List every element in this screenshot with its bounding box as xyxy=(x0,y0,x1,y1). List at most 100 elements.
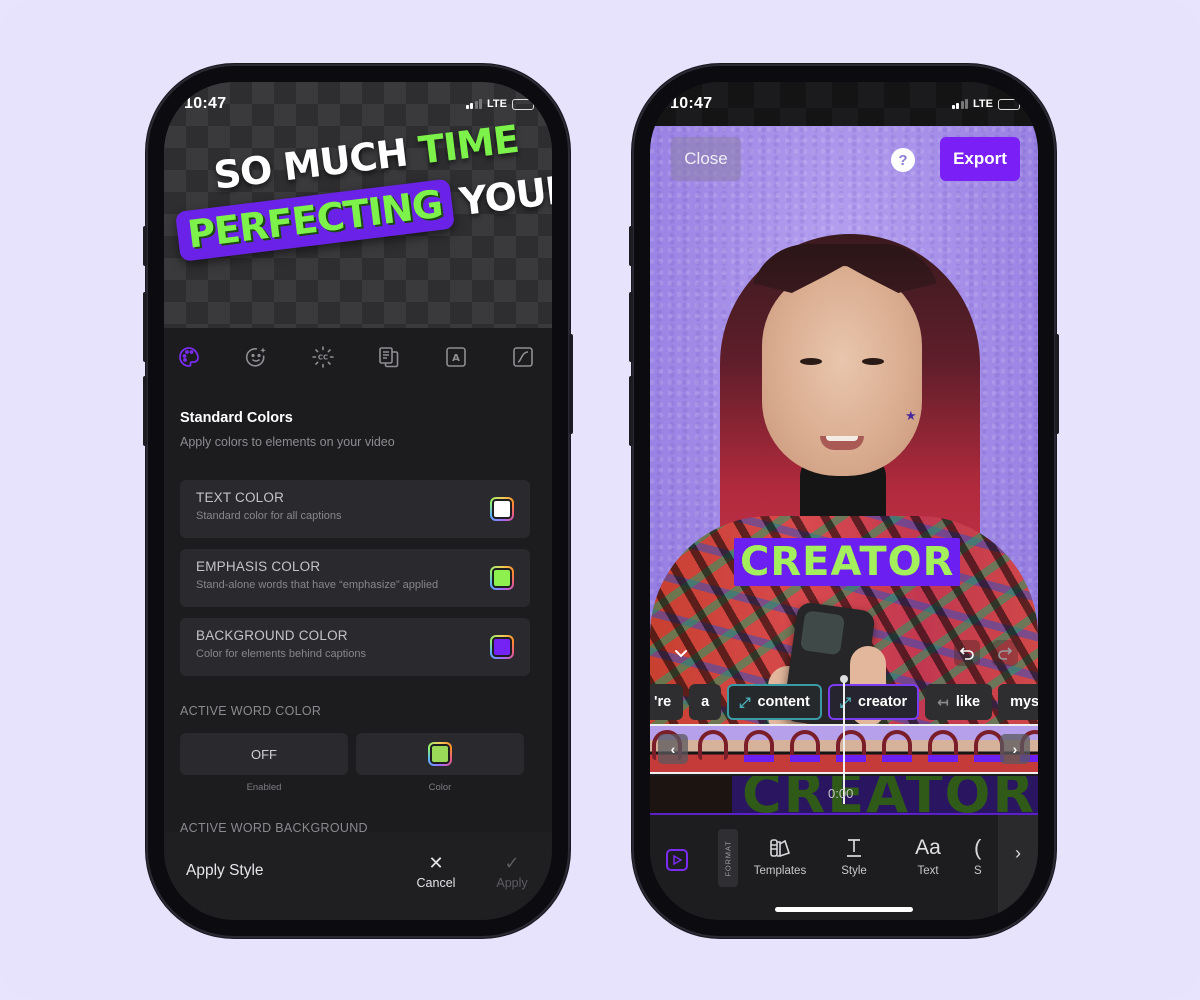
expand-arrows-icon: ⤢ xyxy=(839,693,851,710)
battery-icon xyxy=(998,98,1022,110)
checkmark-icon: ✓ xyxy=(504,853,520,873)
toolbar-scroll-right-button[interactable]: › xyxy=(998,815,1038,920)
preview-play-button[interactable] xyxy=(666,849,688,871)
volume-up-button xyxy=(143,292,147,362)
apply-style-bar: Apply Style ✕ Cancel ✓ Apply xyxy=(164,832,552,920)
templates-icon xyxy=(770,839,791,857)
cancel-button[interactable]: ✕ Cancel xyxy=(406,852,466,890)
video-caption-overlay[interactable]: CREATOR xyxy=(734,538,961,586)
apply-button[interactable]: ✓ Apply xyxy=(482,852,542,890)
video-editor-screen: 10:47 LTE ★ CREATOR Close ? Export 're a… xyxy=(650,82,1038,920)
network-label: LTE xyxy=(487,98,507,110)
timeline-next-button[interactable]: › xyxy=(1000,734,1030,764)
text-box-a-icon: A xyxy=(446,347,466,367)
signal-icon xyxy=(951,99,969,109)
power-button xyxy=(569,334,573,434)
active-word-color-swatch xyxy=(428,742,452,766)
active-word-enabled-toggle[interactable]: OFF xyxy=(180,733,348,775)
undo-button[interactable] xyxy=(954,640,980,666)
star-sticker-icon: ★ xyxy=(905,408,917,423)
mute-switch xyxy=(629,226,633,266)
status-time: 10:47 xyxy=(670,95,713,112)
status-bar: 10:47 LTE xyxy=(650,82,1038,126)
curve-easing-icon xyxy=(513,347,533,367)
section-subtitle: Apply colors to elements on your video xyxy=(180,435,395,449)
word-chip[interactable]: a xyxy=(689,684,722,720)
mute-switch xyxy=(143,226,147,266)
captions-cc-icon: CC xyxy=(311,346,334,368)
status-time: 10:47 xyxy=(184,95,227,112)
status-bar: 10:47 LTE xyxy=(164,82,552,126)
timeline-prev-button[interactable]: ‹ xyxy=(658,734,688,764)
svg-text:CC: CC xyxy=(317,354,327,362)
home-indicator xyxy=(775,907,913,912)
timeline-thumbnail xyxy=(782,726,828,772)
word-chip[interactable]: 're xyxy=(650,684,684,720)
colors-panel: Standard Colors Apply colors to elements… xyxy=(180,410,530,835)
toolbar-templates[interactable]: Templates xyxy=(748,835,812,877)
document-copy-icon xyxy=(379,347,399,368)
enabled-caption: Enabled xyxy=(246,782,282,793)
tab-transcript[interactable] xyxy=(376,344,402,370)
active-word-color-button[interactable] xyxy=(356,733,524,775)
section-title: Standard Colors xyxy=(180,410,293,426)
toolbar-style[interactable]: Style xyxy=(822,835,886,877)
export-button[interactable]: Export xyxy=(940,137,1020,181)
toolbar-text[interactable]: Aa Text xyxy=(896,835,960,877)
battery-icon xyxy=(512,98,536,110)
timeline-thumbnail xyxy=(690,726,736,772)
apply-style-title: Apply Style xyxy=(186,862,264,879)
style-t-icon xyxy=(847,839,861,857)
color-caption: Color xyxy=(428,782,452,793)
playback-time: 0:00 xyxy=(828,786,854,801)
phone-right: 10:47 LTE ★ CREATOR Close ? Export 're a… xyxy=(629,64,1059,938)
timeline-thumbnail xyxy=(874,726,920,772)
tab-animation[interactable] xyxy=(510,344,536,370)
expand-arrows-icon: ⤢ xyxy=(739,693,751,710)
emphasis-color-swatch[interactable] xyxy=(490,566,514,590)
chevron-down-icon xyxy=(675,650,687,658)
line-break-icon: ↤ xyxy=(937,693,949,710)
text-color-card[interactable]: TEXT COLOR Standard color for all captio… xyxy=(180,480,530,538)
caption-style-preview: SO MUCH TIME PERFECTING YOUR xyxy=(164,117,552,294)
text-aa-icon: Aa xyxy=(915,836,941,859)
tab-captions[interactable]: CC xyxy=(310,344,336,370)
collapse-button[interactable] xyxy=(668,640,694,666)
partial-icon: ( xyxy=(974,835,982,860)
emphasis-color-card[interactable]: EMPHASIS COLOR Stand-alone words that ha… xyxy=(180,549,530,607)
redo-button[interactable] xyxy=(992,640,1018,666)
word-chip-emphasized[interactable]: ⤢ content xyxy=(727,684,822,720)
tab-font[interactable]: A xyxy=(443,344,469,370)
word-chip-active[interactable]: ⤢ creator xyxy=(827,684,920,720)
tab-emoji[interactable] xyxy=(243,344,269,370)
format-tab[interactable]: FORMAT xyxy=(718,829,738,887)
undo-icon xyxy=(959,647,974,660)
close-button[interactable]: Close xyxy=(671,137,741,181)
redo-icon xyxy=(998,647,1013,660)
word-chip[interactable]: ↤ like xyxy=(925,684,993,720)
signal-icon xyxy=(465,99,483,109)
help-icon[interactable]: ? xyxy=(891,148,915,172)
word-chip[interactable]: myself, xyxy=(998,684,1038,720)
timeline-thumbnail xyxy=(920,726,966,772)
text-color-swatch[interactable] xyxy=(490,497,514,521)
volume-down-button xyxy=(143,376,147,446)
active-word-color-label: ACTIVE WORD COLOR xyxy=(180,704,322,718)
timeline-thumbnail xyxy=(828,726,874,772)
network-label: LTE xyxy=(973,98,993,110)
timeline-thumbnail xyxy=(736,726,782,772)
style-editor-screen: 10:47 LTE SO MUCH TIME PERFECTING YOUR C… xyxy=(164,82,552,920)
toolbar-partial-item[interactable]: ( S xyxy=(970,835,1000,877)
power-button xyxy=(1055,334,1059,434)
chevron-right-icon: › xyxy=(1015,843,1021,863)
tab-colors[interactable] xyxy=(176,344,202,370)
volume-down-button xyxy=(629,376,633,446)
background-color-card[interactable]: BACKGROUND COLOR Color for elements behi… xyxy=(180,618,530,676)
close-icon: ✕ xyxy=(428,853,444,873)
volume-up-button xyxy=(629,292,633,362)
phone-left: 10:47 LTE SO MUCH TIME PERFECTING YOUR C… xyxy=(143,64,573,938)
background-color-swatch[interactable] xyxy=(490,635,514,659)
style-tabs: CC A xyxy=(164,332,552,382)
video-preview[interactable]: ★ CREATOR xyxy=(650,126,1038,726)
palette-icon xyxy=(179,347,199,367)
